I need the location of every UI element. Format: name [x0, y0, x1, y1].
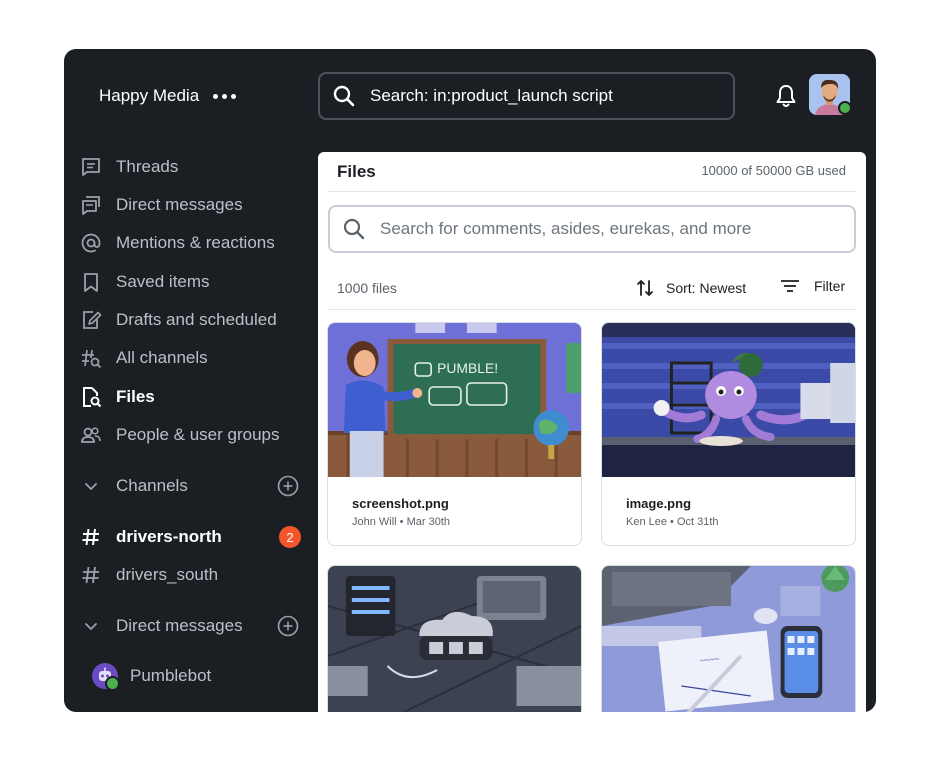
channel-search-icon: [80, 347, 102, 369]
dm-section-header[interactable]: Direct messages: [80, 611, 310, 641]
global-search-input[interactable]: Search: in:product_launch script: [318, 72, 735, 120]
threads-icon: [80, 156, 102, 178]
sidebar-item-people[interactable]: People & user groups: [80, 420, 310, 450]
channels-section-header[interactable]: Channels: [80, 471, 310, 501]
filter-label: Filter: [814, 278, 846, 294]
file-card[interactable]: ~~~~: [601, 565, 856, 712]
channel-item-drivers-south[interactable]: drivers_south: [80, 560, 310, 590]
more-icon[interactable]: [213, 93, 237, 99]
hash-icon: [80, 564, 102, 586]
dm-name: Pumblebot: [130, 666, 212, 685]
search-placeholder: Search for comments, asides, eurekas, an…: [380, 219, 752, 238]
files-panel: Files 10000 of 50000 GB used Search for …: [318, 152, 866, 712]
files-count: 1000 files: [337, 280, 397, 296]
sidebar-item-all-channels[interactable]: All channels: [80, 343, 310, 373]
direct-messages-icon: [80, 194, 102, 216]
unread-badge: 2: [279, 526, 301, 548]
at-sign-icon: [80, 232, 102, 254]
sidebar-item-mentions[interactable]: Mentions & reactions: [80, 228, 310, 258]
dm-header-label: Direct messages: [116, 616, 243, 635]
files-search-input[interactable]: Search for comments, asides, eurekas, an…: [328, 205, 856, 253]
sidebar-item-label: Direct messages: [116, 195, 243, 214]
storage-usage: 10000 of 50000 GB used: [701, 163, 846, 178]
page-title: Files: [337, 162, 376, 181]
file-name: screenshot.png: [352, 496, 449, 511]
online-status-indicator: [838, 101, 852, 115]
sort-button[interactable]: Sort: Newest: [636, 278, 746, 298]
sidebar-item-label: Threads: [116, 157, 179, 176]
file-meta: John Will • Mar 30th: [352, 516, 450, 528]
sidebar-item-threads[interactable]: Threads: [80, 152, 310, 182]
sidebar-item-label: Drafts and scheduled: [116, 310, 277, 329]
file-thumbnail: PUMBLE!: [328, 323, 581, 477]
file-thumbnail: [602, 323, 855, 477]
dm-item-pumblebot[interactable]: Pumblebot: [92, 661, 322, 691]
workspace-switcher[interactable]: Happy Media: [99, 85, 237, 107]
file-meta: Ken Lee • Oct 31th: [626, 516, 719, 528]
file-card[interactable]: [327, 565, 582, 712]
search-icon: [343, 218, 365, 240]
channel-item-drivers-north[interactable]: drivers-north: [80, 522, 310, 552]
hash-icon: [80, 526, 102, 548]
app-window: Happy Media Search: in:product_launch sc…: [64, 49, 876, 712]
file-thumbnail: ~~~~: [602, 566, 855, 712]
bell-icon[interactable]: [774, 83, 798, 109]
sidebar-item-drafts[interactable]: Drafts and scheduled: [80, 305, 310, 335]
divider: [328, 191, 856, 192]
search-query: Search: in:product_launch script: [370, 86, 613, 105]
sidebar-item-label: All channels: [116, 348, 208, 367]
sidebar-item-direct-messages[interactable]: Direct messages: [80, 190, 310, 220]
sidebar-item-label: Mentions & reactions: [116, 233, 275, 252]
sort-icon: [637, 280, 653, 296]
sidebar-item-label: Saved items: [116, 272, 210, 291]
file-name: image.png: [626, 496, 692, 511]
sidebar-item-saved[interactable]: Saved items: [80, 267, 310, 297]
svg-text:~~~~: ~~~~: [700, 654, 720, 666]
add-dm-icon[interactable]: [277, 615, 299, 637]
file-thumbnail: [328, 566, 581, 712]
board-text: PUMBLE!: [437, 360, 498, 376]
sidebar-item-files[interactable]: Files: [80, 382, 310, 412]
file-search-icon: [80, 386, 102, 408]
filter-button[interactable]: Filter: [780, 278, 845, 294]
divider: [328, 309, 856, 310]
people-icon: [80, 424, 102, 446]
add-channel-icon[interactable]: [277, 475, 299, 497]
channels-header-label: Channels: [116, 476, 188, 495]
workspace-name: Happy Media: [99, 86, 200, 105]
file-card[interactable]: PUMBLE! screenshot.png John Will • Mar 3…: [327, 322, 582, 546]
chevron-down-icon: [80, 615, 102, 637]
channel-name: drivers-north: [116, 527, 222, 546]
filter-icon: [781, 280, 799, 292]
bot-avatar: [92, 663, 120, 691]
file-card[interactable]: image.png Ken Lee • Oct 31th: [601, 322, 856, 546]
bookmark-icon: [80, 271, 102, 293]
chevron-down-icon: [80, 475, 102, 497]
search-icon: [333, 85, 355, 107]
sort-label: Sort: Newest: [666, 280, 747, 296]
sidebar-item-label: People & user groups: [116, 425, 280, 444]
drafts-pencil-icon: [80, 309, 102, 331]
channel-name: drivers_south: [116, 565, 219, 584]
sidebar-item-label: Files: [116, 387, 155, 406]
